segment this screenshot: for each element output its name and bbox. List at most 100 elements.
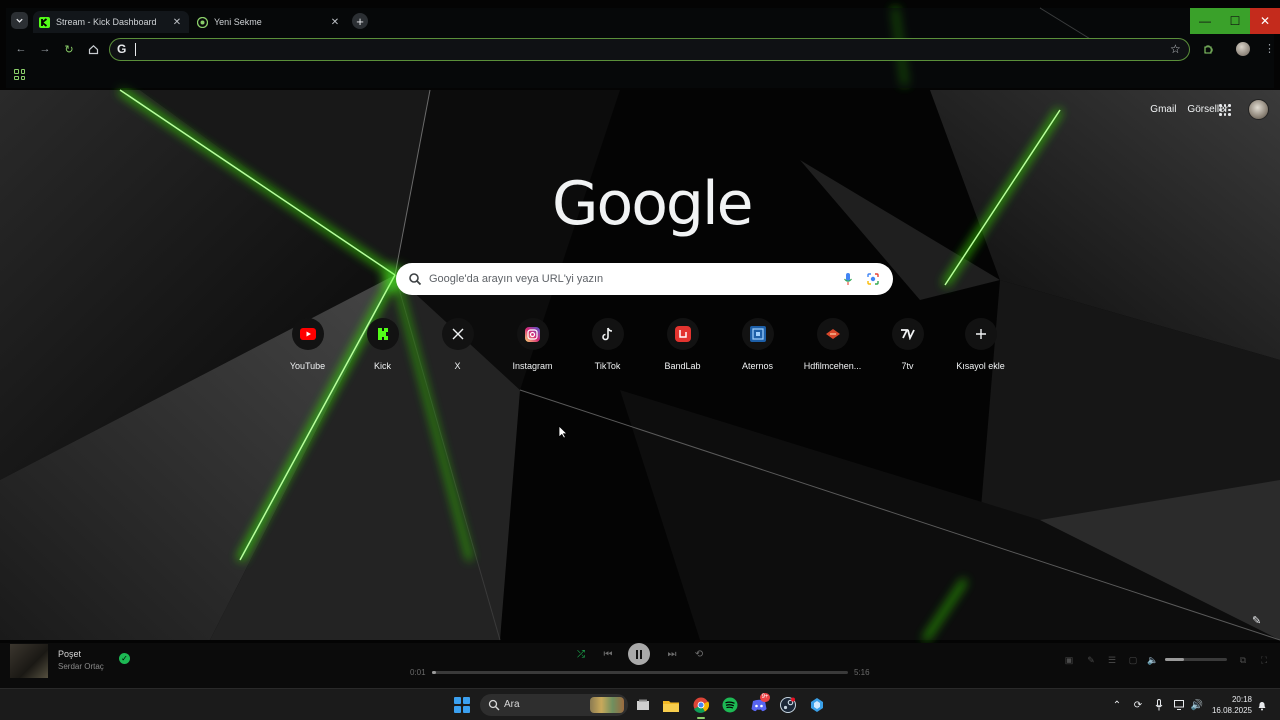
pause-button[interactable] [628,643,650,665]
connect-device-icon[interactable]: ▢ [1127,654,1139,666]
customize-pencil-icon[interactable]: ✎ [1252,614,1266,628]
menu-icon[interactable]: ⋮ [1264,42,1275,55]
close-window-button[interactable]: ✕ [1250,8,1280,34]
tab-title: Yeni Sekme [214,17,262,27]
gmail-link[interactable]: Gmail [1150,104,1176,115]
shortcut-aternos[interactable]: Aternos [720,318,795,371]
volume-slider[interactable] [1165,658,1227,661]
minimize-button[interactable]: — [1190,8,1220,34]
shortcut-label: TikTok [594,361,621,371]
fullscreen-icon[interactable]: ⛶ [1258,654,1270,666]
shuffle-icon[interactable]: ⤮ [574,647,588,661]
queue-icon[interactable]: ☰ [1106,654,1118,666]
shortcut-bandlab[interactable]: BandLab [645,318,720,371]
close-icon[interactable]: ✕ [171,16,183,28]
discord-badge: 9+ [760,693,770,702]
hdfilm-icon [825,329,840,339]
sync-icon[interactable]: ⟳ [1131,698,1145,712]
shortcut-7tv[interactable]: 7tv [870,318,945,371]
spotify-icon[interactable] [721,696,739,714]
shortcut-label: Aternos [741,361,774,371]
shortcut-label: Hdfilmcehen... [803,361,862,371]
chrome-taskbar-icon[interactable] [692,696,710,719]
shortcut-label: YouTube [289,361,326,371]
discord-icon[interactable]: 9+ [750,693,770,714]
previous-icon[interactable]: ⏮ [601,647,615,661]
progress-bar[interactable] [432,671,848,674]
song-title[interactable]: Poşet [58,649,81,659]
speaker-icon[interactable]: 🔊 [1190,698,1204,712]
extensions-icon[interactable] [1201,42,1215,56]
new-tab-button[interactable]: + [352,13,368,29]
taskbar-search[interactable]: Ara [480,694,628,716]
windows-start-icon[interactable] [454,697,470,713]
shortcut-hdfilm[interactable]: Hdfilmcehen... [795,318,870,371]
pause-icon [636,649,642,659]
repeat-icon[interactable]: ⟲ [692,647,706,661]
profile-avatar[interactable] [1236,42,1250,56]
microphone-icon[interactable] [1152,698,1166,712]
tab-kick-dashboard[interactable]: Stream - Kick Dashboard ✕ [33,11,189,33]
google-apps-icon[interactable] [1219,104,1231,116]
album-cover[interactable] [10,644,48,678]
shortcut-tiktok[interactable]: TikTok [570,318,645,371]
next-icon[interactable]: ⏭ [665,647,679,661]
tray-overflow-icon[interactable]: ⌃ [1110,698,1124,712]
apps-icon[interactable] [14,69,25,80]
shortcut-label: Instagram [512,361,553,371]
bookmark-star-icon[interactable]: ☆ [1170,42,1181,56]
windows-taskbar: Ara 9+ ⌃ ⟳ 🔊 20:18 16.08.2025 [0,688,1280,720]
shortcut-x[interactable]: X [420,318,495,371]
home-icon[interactable] [86,42,100,56]
microphone-icon[interactable] [843,272,853,286]
maximize-button[interactable]: ☐ [1220,8,1250,34]
bookmarks-bar [6,66,1274,88]
network-app-icon[interactable] [808,696,826,714]
bandlab-icon [674,326,691,342]
network-icon[interactable] [1173,698,1187,712]
ntp-header-links: Gmail Görseller [1150,104,1228,115]
account-avatar[interactable] [1248,99,1269,120]
miniplayer-icon[interactable]: ⧉ [1237,654,1249,666]
shortcut-instagram[interactable]: Instagram [495,318,570,371]
shortcut-label: Kick [373,361,391,371]
aternos-icon [749,326,766,342]
tab-strip: Stream - Kick Dashboard ✕ Yeni Sekme ✕ + [6,8,1274,34]
notification-bell-icon[interactable] [1255,698,1269,712]
task-view-icon[interactable] [634,696,652,714]
ntp-search-box[interactable]: Google'da arayın veya URL'yi yazın [396,263,893,295]
google-lens-icon[interactable] [866,272,880,286]
shortcut-label: Kısayol ekle [956,361,1005,371]
liked-check-icon[interactable]: ✓ [119,653,130,664]
system-clock[interactable]: 20:18 16.08.2025 [1210,694,1252,716]
now-playing-view-icon[interactable]: ▣ [1063,654,1075,666]
shortcut-label: 7tv [901,361,914,371]
tab-search-button[interactable] [11,12,28,29]
shortcut-youtube[interactable]: YouTube [270,318,345,371]
tab-new-tab[interactable]: Yeni Sekme ✕ [191,11,347,33]
clock-date: 16.08.2025 [1211,706,1252,715]
address-bar[interactable]: G ☆ [109,38,1190,61]
chevron-down-icon [16,18,23,23]
back-icon[interactable]: ← [14,42,28,56]
search-placeholder: Google'da arayın veya URL'yi yazın [429,273,604,285]
artist-name[interactable]: Serdar Ortaç [58,662,104,671]
steam-icon[interactable] [779,696,797,714]
volume-icon[interactable]: 🔈 [1147,654,1159,666]
desktop-screen: Stream - Kick Dashboard ✕ Yeni Sekme ✕ +… [0,0,1280,720]
7tv-icon [900,329,915,340]
shortcut-kick[interactable]: Kick [345,318,420,371]
x-icon [452,328,463,340]
lyrics-icon[interactable]: ✎ [1085,654,1097,666]
kick-icon [377,328,388,340]
reload-icon[interactable]: ↻ [62,42,76,56]
forward-icon[interactable]: → [38,42,52,56]
tiktok-icon [601,327,612,341]
shortcut-add[interactable]: Kısayol ekle [943,318,1018,371]
progress-fill [432,671,437,674]
tab-title: Stream - Kick Dashboard [56,17,157,27]
shortcut-label: X [454,361,461,371]
file-explorer-icon[interactable] [662,696,680,714]
close-icon[interactable]: ✕ [329,16,341,28]
spotify-player-bar: Poşet Serdar Ortaç ✓ ⤮ ⏮ ⏭ ⟲ 0:01 5:16 ▣… [0,643,1280,688]
